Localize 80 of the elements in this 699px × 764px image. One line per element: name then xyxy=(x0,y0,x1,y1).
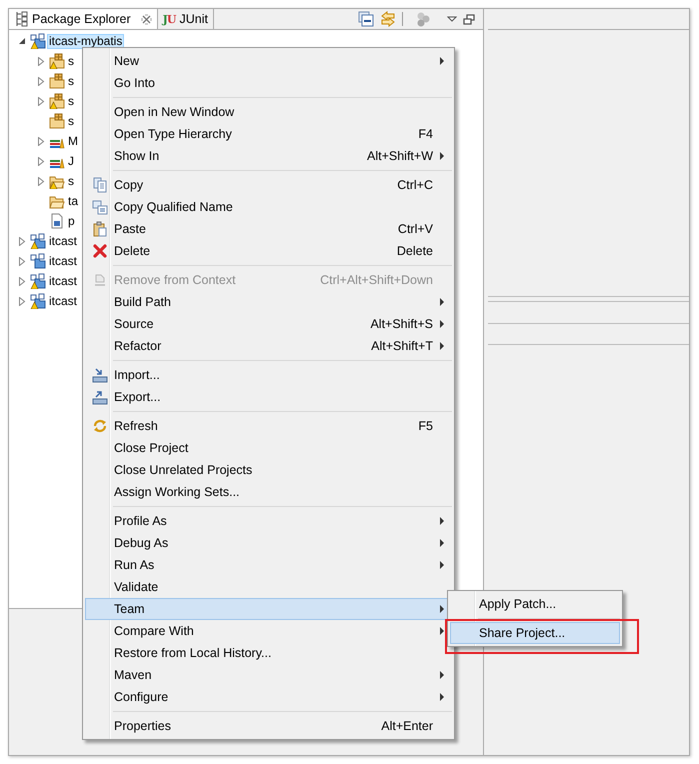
shortcut-label: Ctrl+Alt+Shift+Down xyxy=(319,273,433,287)
junit-icon: JU xyxy=(162,12,176,26)
submenu-arrow-icon xyxy=(440,517,444,525)
submenu-arrow-icon xyxy=(440,539,444,547)
menu-item[interactable]: Copy Qualified Name xyxy=(85,196,452,218)
copy-icon xyxy=(92,199,108,215)
tree-item[interactable]: s xyxy=(66,94,76,108)
menu-item[interactable]: Import... xyxy=(85,364,452,386)
menu-item[interactable]: Source Alt+Shift+S xyxy=(85,313,452,335)
menu-item[interactable]: Assign Working Sets... xyxy=(85,481,452,503)
menu-item[interactable]: Paste Ctrl+V xyxy=(85,218,452,240)
menu-item[interactable]: Open in New Window xyxy=(85,101,452,123)
menu-item[interactable]: Apply Patch... xyxy=(450,593,620,615)
tree-item[interactable]: J xyxy=(66,154,76,168)
menu-item[interactable]: Validate xyxy=(85,576,452,598)
tree-item[interactable]: s xyxy=(66,114,76,128)
menu-item[interactable]: Share Project... xyxy=(450,622,620,644)
menu-item[interactable]: Profile As xyxy=(85,510,452,532)
export-icon xyxy=(92,389,108,405)
view-tab[interactable]: JU JUnit xyxy=(158,9,214,29)
submenu-arrow-icon xyxy=(440,671,444,679)
view-tab[interactable]: Package Explorer xyxy=(9,9,158,29)
submenu-arrow-icon xyxy=(440,627,444,635)
link-icon xyxy=(380,11,396,27)
shortcut-label: Ctrl+V xyxy=(396,222,433,236)
submenu-arrow-icon xyxy=(440,152,444,160)
shortcut-label: Alt+Shift+T xyxy=(370,339,433,353)
close-icon xyxy=(140,14,152,24)
refresh-icon xyxy=(92,418,108,434)
menu-item[interactable]: Run As xyxy=(85,554,452,576)
tree-item[interactable]: itcast xyxy=(47,254,80,268)
menu-item[interactable]: Refactor Alt+Shift+T xyxy=(85,335,452,357)
menu-item[interactable]: Copy Ctrl+C xyxy=(85,174,452,196)
menu-item[interactable]: Export... xyxy=(85,386,452,408)
shortcut-label: Ctrl+C xyxy=(396,178,433,192)
menu-item[interactable]: Go Into xyxy=(85,72,452,94)
tree-item[interactable]: s xyxy=(66,54,76,68)
menu-item[interactable]: Build Path xyxy=(85,291,452,313)
tree-item[interactable]: p xyxy=(66,214,77,228)
shortcut-label: Alt+Enter xyxy=(380,719,433,733)
submenu-arrow-icon xyxy=(440,320,444,328)
remove-icon xyxy=(92,272,108,288)
delete-icon xyxy=(92,243,108,259)
menu-item[interactable]: Refresh F5 xyxy=(85,415,452,437)
shortcut-label: Alt+Shift+W xyxy=(366,149,433,163)
menu-item[interactable]: Close Unrelated Projects xyxy=(85,459,452,481)
shortcut-label: Delete xyxy=(396,244,433,258)
menu-item[interactable]: Debug As xyxy=(85,532,452,554)
submenu-arrow-icon xyxy=(440,298,444,306)
menu-item[interactable]: Maven xyxy=(85,664,452,686)
view-menu-icon xyxy=(447,16,457,22)
shortcut-label: Alt+Shift+S xyxy=(369,317,433,331)
shortcut-label: F4 xyxy=(417,127,433,141)
tree-item[interactable]: itcast-mybatis xyxy=(47,34,124,48)
menu-item[interactable]: Show In Alt+Shift+W xyxy=(85,145,452,167)
tree-item[interactable]: itcast xyxy=(47,274,80,288)
import-icon xyxy=(92,367,108,383)
menu-item[interactable]: Delete Delete xyxy=(85,240,452,262)
menu-item[interactable]: Close Project xyxy=(85,437,452,459)
restore-icon xyxy=(463,14,475,24)
copy-icon xyxy=(92,177,108,193)
tree-item[interactable]: ta xyxy=(66,194,80,208)
collapse-all-icon xyxy=(358,11,374,27)
tree-item[interactable]: s xyxy=(66,74,76,88)
submenu-arrow-icon xyxy=(440,693,444,701)
paste-icon xyxy=(92,221,108,237)
tree-item[interactable]: M xyxy=(66,134,80,148)
menu-item[interactable]: Open Type Hierarchy F4 xyxy=(85,123,452,145)
package-explorer-icon xyxy=(14,11,28,27)
tree-item[interactable]: itcast xyxy=(47,294,80,308)
tree-item[interactable]: s xyxy=(66,174,76,188)
menu-item[interactable]: Properties Alt+Enter xyxy=(85,715,452,737)
shortcut-label: F5 xyxy=(417,419,433,433)
submenu-arrow-icon xyxy=(440,342,444,350)
menu-item[interactable]: Configure xyxy=(85,686,452,708)
menu-item[interactable]: New xyxy=(85,50,452,72)
tree-item[interactable]: itcast xyxy=(47,234,80,248)
submenu-arrow-icon xyxy=(440,57,444,65)
submenu-arrow-icon xyxy=(440,561,444,569)
submenu-arrow-icon xyxy=(440,605,444,613)
